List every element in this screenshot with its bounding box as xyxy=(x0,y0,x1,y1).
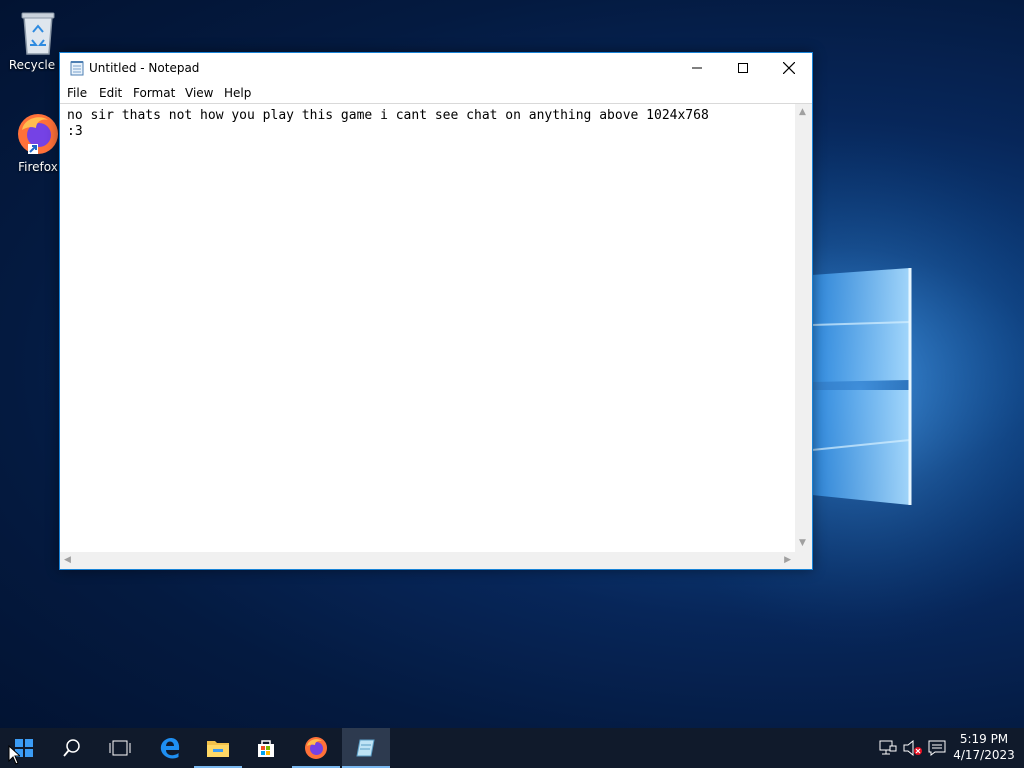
editor-area: no sir thats not how you play this game … xyxy=(60,103,812,569)
close-button[interactable] xyxy=(766,53,812,83)
notepad-taskbar-button[interactable] xyxy=(342,728,390,768)
scroll-right-icon[interactable]: ▶ xyxy=(784,556,791,565)
title-bar[interactable]: Untitled - Notepad xyxy=(60,53,812,83)
scroll-down-icon[interactable]: ▼ xyxy=(799,539,806,548)
menu-bar: File Edit Format View Help xyxy=(60,83,812,103)
network-icon[interactable] xyxy=(879,740,897,756)
menu-edit[interactable]: Edit xyxy=(99,86,122,100)
taskbar xyxy=(0,728,1024,768)
vertical-scrollbar[interactable]: ▲ ▼ xyxy=(795,104,812,552)
recycle-bin-icon xyxy=(21,12,55,55)
notepad-icon xyxy=(356,739,375,757)
file-explorer-button[interactable] xyxy=(194,728,242,768)
store-icon xyxy=(258,740,274,757)
firefox-icon xyxy=(305,737,327,759)
minimize-button[interactable] xyxy=(674,53,720,83)
text-editor[interactable]: no sir thats not how you play this game … xyxy=(67,108,787,548)
volume-muted-icon[interactable] xyxy=(903,740,923,756)
firefox-taskbar-button[interactable] xyxy=(292,728,340,768)
close-icon xyxy=(783,62,795,74)
clock-time: 5:19 PM xyxy=(959,732,1009,746)
menu-file[interactable]: File xyxy=(67,86,87,100)
scroll-up-icon[interactable]: ▲ xyxy=(799,108,806,117)
maximize-icon xyxy=(738,63,748,73)
menu-format[interactable]: Format xyxy=(133,86,175,100)
mouse-cursor-icon xyxy=(8,745,20,765)
scroll-left-icon[interactable]: ◀ xyxy=(64,556,71,565)
firefox-icon xyxy=(18,114,58,154)
task-view-button[interactable] xyxy=(96,728,144,768)
search-icon xyxy=(63,739,80,757)
notification-icon[interactable] xyxy=(928,740,946,756)
horizontal-scrollbar[interactable]: ◀ ▶ xyxy=(60,552,795,569)
menu-help[interactable]: Help xyxy=(224,86,251,100)
edge-button[interactable] xyxy=(146,728,194,768)
resize-grip-icon[interactable] xyxy=(795,552,812,569)
clock-date: 4/17/2023 xyxy=(953,748,1015,762)
file-explorer-icon xyxy=(207,741,229,757)
minimize-icon xyxy=(692,67,702,69)
notepad-window[interactable]: Untitled - Notepad File Edit Format View… xyxy=(59,52,813,570)
search-button[interactable] xyxy=(48,728,96,768)
notepad-app-icon xyxy=(70,61,84,76)
task-view-icon xyxy=(109,740,131,756)
store-button[interactable] xyxy=(242,728,290,768)
system-clock[interactable]: 5:19 PM 4/17/2023 xyxy=(950,731,1018,763)
menu-view[interactable]: View xyxy=(185,86,213,100)
window-title: Untitled - Notepad xyxy=(89,61,200,75)
edge-icon xyxy=(160,738,180,759)
maximize-button[interactable] xyxy=(720,53,766,83)
